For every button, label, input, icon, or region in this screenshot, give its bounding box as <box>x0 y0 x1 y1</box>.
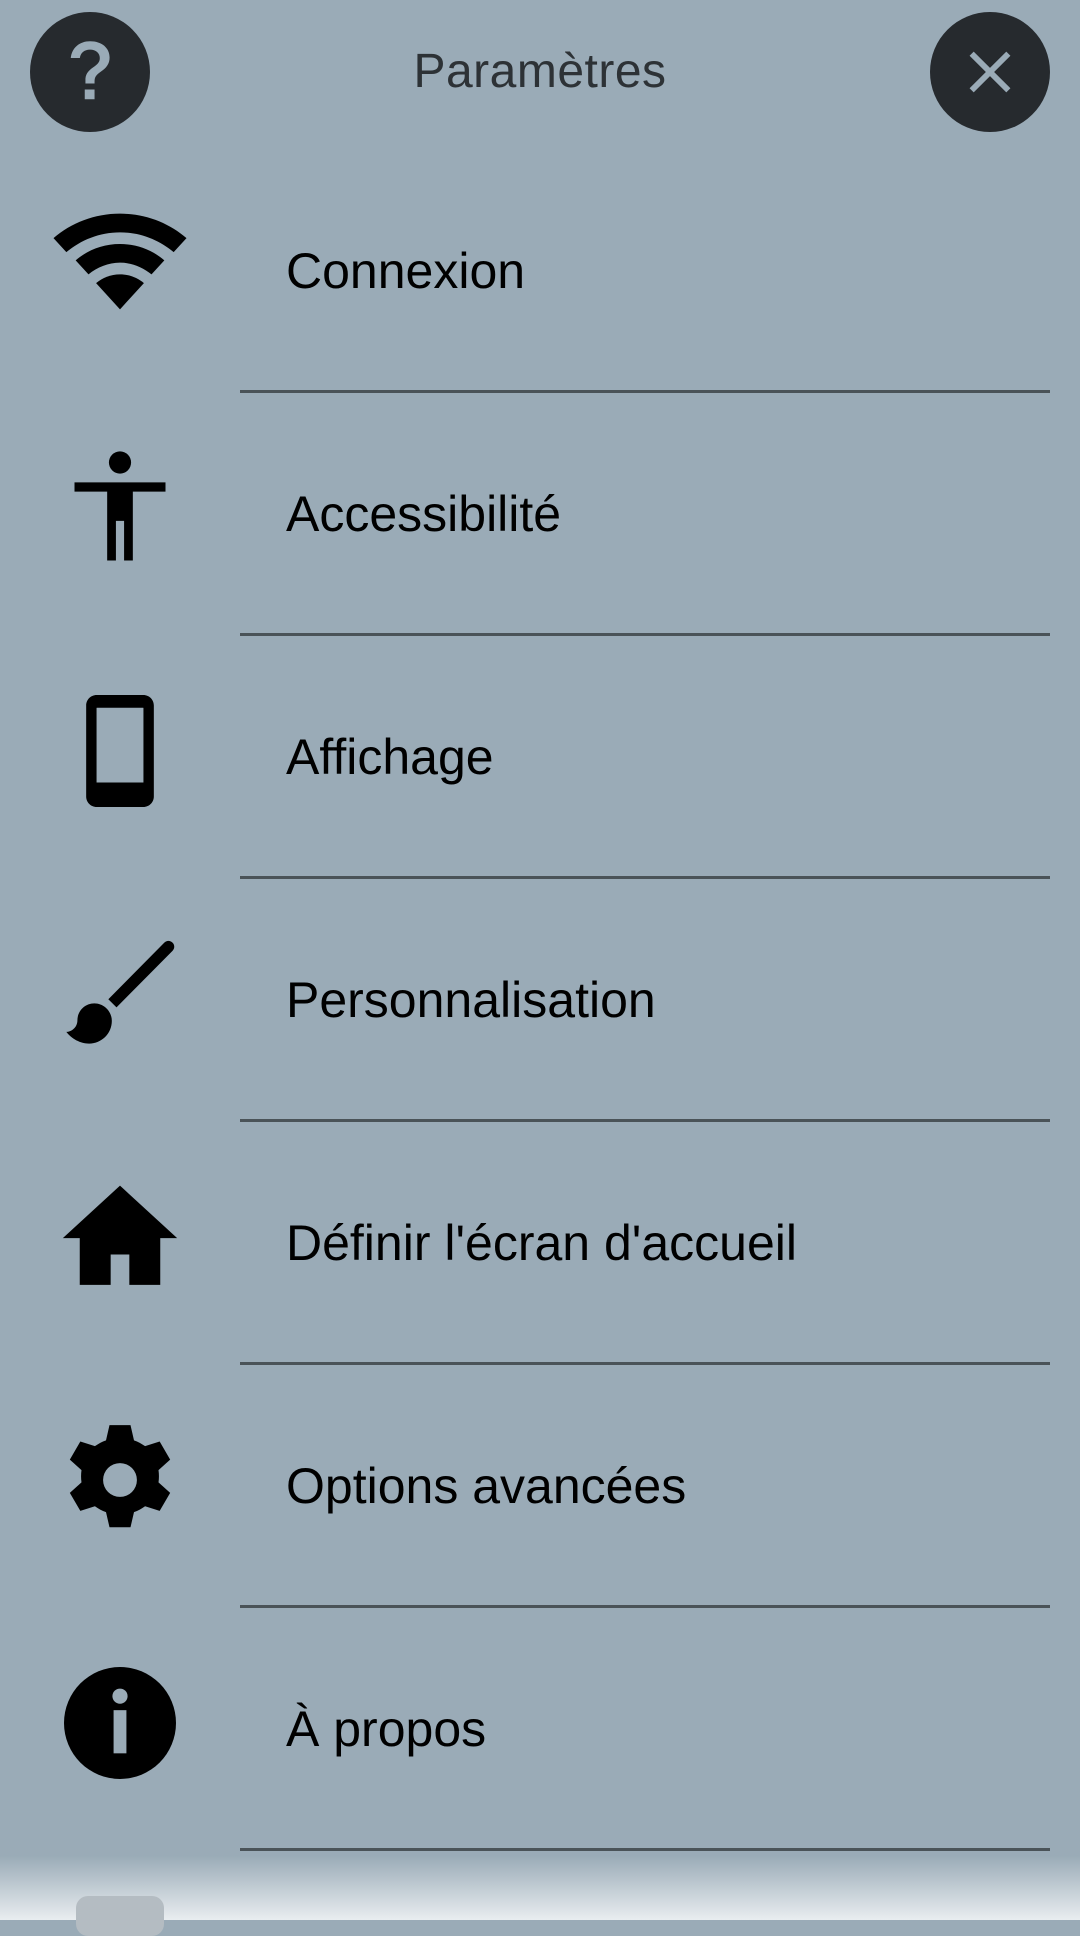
smartphone-icon <box>86 695 154 807</box>
menu-item-label: Options avancées <box>286 1458 687 1514</box>
page-title: Paramètres <box>413 45 667 98</box>
close-icon <box>969 51 1011 93</box>
brush-icon <box>66 940 175 1044</box>
settings-menu: Connexion Accessibilité Affichage Person… <box>0 150 1080 1851</box>
menu-item-accessibilite[interactable]: Accessibilité <box>0 393 1080 636</box>
gear-icon <box>69 1425 171 1528</box>
menu-item-label: Personnalisation <box>286 972 656 1028</box>
menu-item-label: À propos <box>286 1701 487 1757</box>
menu-item-ecran-accueil[interactable]: Définir l'écran d'accueil <box>0 1122 1080 1365</box>
partial-menu-icon <box>76 1896 164 1936</box>
info-icon <box>64 1667 176 1779</box>
header: Paramètres <box>0 0 1080 150</box>
close-button[interactable] <box>930 12 1050 132</box>
menu-item-connexion[interactable]: Connexion <box>0 150 1080 393</box>
menu-item-label: Connexion <box>286 243 526 299</box>
menu-item-personnalisation[interactable]: Personnalisation <box>0 879 1080 1122</box>
wifi-icon <box>53 213 187 310</box>
accessibility-icon <box>74 451 166 561</box>
menu-item-label: Définir l'écran d'accueil <box>286 1215 797 1271</box>
menu-item-affichage[interactable]: Affichage <box>0 636 1080 879</box>
menu-item-a-propos[interactable]: À propos <box>0 1608 1080 1851</box>
menu-item-options-avancees[interactable]: Options avancées <box>0 1365 1080 1608</box>
menu-item-label: Accessibilité <box>286 486 562 542</box>
home-icon <box>62 1185 178 1285</box>
divider <box>240 1848 1050 1851</box>
menu-item-label: Affichage <box>286 729 494 785</box>
